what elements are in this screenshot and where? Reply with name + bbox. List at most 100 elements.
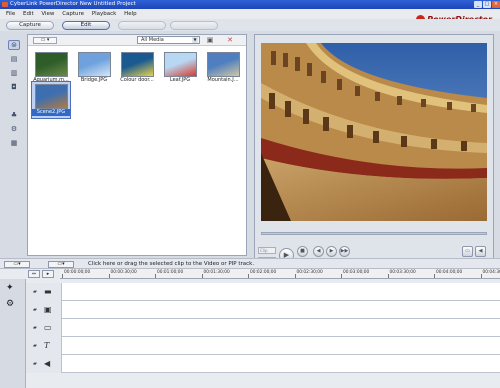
- magnifier-icon: ▸: [46, 271, 50, 277]
- step-forward-icon: ▶: [329, 248, 334, 254]
- track-header: ▰ ◀: [26, 355, 62, 373]
- timeline-toolbar: ▭▾ ▭▾ Click here or drag the selected cl…: [0, 258, 500, 269]
- volume-button[interactable]: ◀: [475, 246, 486, 257]
- display-settings-button[interactable]: ▭: [462, 246, 473, 257]
- delete-icon[interactable]: ✕: [225, 36, 235, 44]
- ruler-tick-label: 00:03:30;00: [389, 270, 416, 275]
- folder-button[interactable]: ▭ ▾: [33, 37, 57, 44]
- menu-view[interactable]: View: [41, 11, 54, 17]
- maximize-button[interactable]: □: [483, 1, 491, 8]
- thumbnail-frame: Colour door...: [117, 49, 157, 84]
- media-thumbnail[interactable]: Aquarium.m...: [31, 49, 71, 84]
- title-track[interactable]: ▰ T: [26, 337, 500, 355]
- video-track[interactable]: ▰ ▬: [26, 283, 500, 301]
- zoom-fit-button[interactable]: ⇔: [28, 270, 40, 278]
- pip-track[interactable]: ▰ ▣: [26, 301, 500, 319]
- effect-track[interactable]: ▰ ▭: [26, 319, 500, 337]
- storyboard-view-button[interactable]: ▭▾: [48, 261, 74, 268]
- stop-button[interactable]: ■: [297, 246, 308, 257]
- media-filter-value: All Media: [141, 37, 164, 43]
- drag-hint-text: Click here or drag the selected clip to …: [88, 261, 255, 267]
- title-icon: T: [44, 341, 50, 350]
- audio-mixer-icon[interactable]: ⚙: [6, 299, 14, 309]
- thumbnail-label: Colour door...: [120, 77, 154, 83]
- ruler-tick-label: 00:02:30;00: [296, 270, 323, 275]
- title-bar: CyberLink PowerDirector New Untitled Pro…: [0, 0, 500, 9]
- media-thumbnail[interactable]: Bridge.JPG: [74, 49, 114, 84]
- media-thumbnail[interactable]: Scene2.JPG: [31, 81, 71, 119]
- thumbnail-frame: Bridge.JPG: [74, 49, 114, 84]
- thumbnail-frame: Mountain.J...: [203, 49, 243, 84]
- stop-icon: ■: [300, 248, 305, 254]
- capture-mode-button[interactable]: Capture: [6, 21, 54, 30]
- voice-track[interactable]: ▰ ◀: [26, 355, 500, 373]
- media-library-panel: ▭ ▾ All Media ▼ ▣ ✕ Aquarium.m... Bridge.…: [27, 34, 247, 256]
- effect-room-icon[interactable]: ▤: [8, 54, 20, 64]
- media-filter-select[interactable]: All Media ▼: [137, 36, 200, 44]
- ruler-tick-mark: [155, 274, 156, 278]
- transition-room-icon[interactable]: ♣: [8, 110, 20, 120]
- lock-icon[interactable]: ▰: [33, 289, 37, 295]
- monitor-icon: ▭: [44, 323, 52, 332]
- next-frame-button[interactable]: ▶: [326, 246, 337, 257]
- magic-wand-icon[interactable]: ✦: [6, 283, 14, 293]
- previous-frame-button[interactable]: ◀: [313, 246, 324, 257]
- pip-room-icon[interactable]: ▥: [8, 68, 20, 78]
- thumbnail-label: Mountain.J...: [207, 77, 239, 83]
- lock-icon[interactable]: ▰: [33, 325, 37, 331]
- import-icon[interactable]: ▣: [205, 36, 215, 44]
- lock-icon[interactable]: ▰: [33, 343, 37, 349]
- ruler-tick-mark: [108, 274, 110, 278]
- title-room-icon[interactable]: ◘: [8, 82, 20, 92]
- thumbnail-label: Scene2.JPG: [32, 109, 70, 116]
- menu-capture[interactable]: Capture: [62, 11, 84, 17]
- menu-file[interactable]: File: [6, 11, 15, 17]
- fast-forward-icon: ▶▶: [340, 248, 349, 254]
- ruler-tick-label: 00:02:00;00: [250, 270, 277, 275]
- track-header: ▰ T: [26, 337, 62, 355]
- close-button[interactable]: ×: [492, 1, 500, 8]
- menu-help[interactable]: Help: [124, 11, 137, 17]
- thumbnail-label: Leaf.JPG: [169, 77, 191, 83]
- ruler-tick-mark: [480, 274, 482, 278]
- monitor-icon: ▭: [465, 248, 470, 254]
- ruler-icon: ⇔: [31, 271, 37, 277]
- media-thumbnail[interactable]: Leaf.JPG: [160, 49, 200, 84]
- preview-screen: [261, 43, 487, 221]
- lock-icon[interactable]: ▰: [33, 307, 37, 313]
- edit-mode-button[interactable]: Edit: [62, 21, 110, 30]
- thumbnail-label: Bridge.JPG: [80, 77, 108, 83]
- audio-room-icon[interactable]: ⚙: [8, 124, 20, 134]
- app-icon: [2, 2, 8, 7]
- menu-playback[interactable]: Playback: [92, 11, 117, 17]
- pip-icon: ▣: [44, 305, 52, 314]
- lock-icon[interactable]: ▰: [33, 361, 37, 367]
- thumbnail-image: [163, 52, 197, 77]
- mode-button-4[interactable]: [170, 21, 218, 30]
- ruler-tick-mark: [387, 274, 389, 278]
- media-thumbnail[interactable]: Mountain.J...: [203, 49, 243, 84]
- ruler-tick-mark: [201, 274, 203, 278]
- mode-clip-toggle[interactable]: Clip: [258, 247, 276, 254]
- mode-bar: Capture Edit: [0, 19, 500, 31]
- menu-edit[interactable]: Edit: [23, 11, 34, 17]
- mode-button-3[interactable]: [118, 21, 166, 30]
- media-thumbnail[interactable]: Colour door...: [117, 49, 157, 84]
- preview-panel: Clip Movie ▶ ■ ◀ ▶ ▶▶ ▭ ◀: [254, 34, 494, 266]
- timeline-ruler[interactable]: 00:00:00;00 00:00:30;00 00:01:00;00 00:01:3…: [60, 269, 500, 279]
- ruler-tick-mark: [294, 274, 296, 278]
- chapter-room-icon[interactable]: ▦: [8, 138, 20, 148]
- thumbnail-image: [206, 52, 240, 77]
- minimize-button[interactable]: _: [474, 1, 482, 8]
- track-header: ▰ ▬: [26, 283, 62, 301]
- fast-forward-button[interactable]: ▶▶: [339, 246, 350, 257]
- timeline-view-button[interactable]: ▭▾: [4, 261, 30, 268]
- zoom-button[interactable]: ▸: [42, 270, 54, 278]
- ruler-tick-label: 00:03:00;00: [343, 270, 370, 275]
- timeline-tools: ✦ ⚙: [0, 279, 26, 388]
- thumbnail-image: [77, 52, 111, 77]
- ruler-tick-mark: [434, 274, 435, 278]
- media-room-icon[interactable]: ⊜: [8, 40, 20, 50]
- preview-scrubber[interactable]: [261, 232, 487, 235]
- thumbnail-image: [34, 52, 68, 77]
